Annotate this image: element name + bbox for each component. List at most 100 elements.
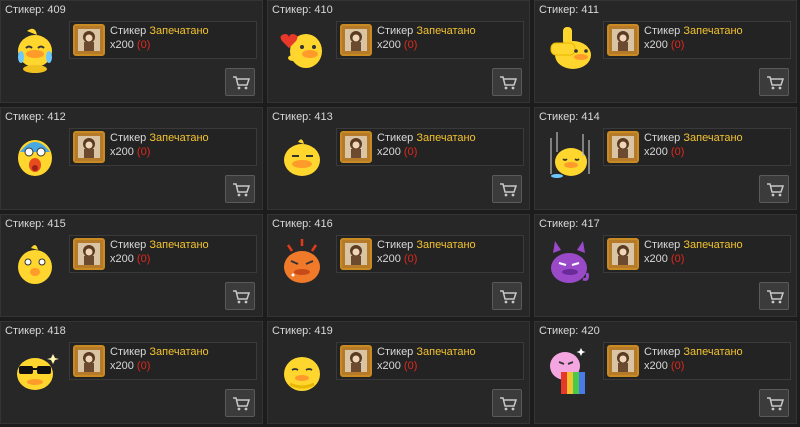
owned-count: (0) bbox=[403, 146, 418, 158]
smug-duck-icon bbox=[276, 128, 328, 184]
buy-button[interactable] bbox=[759, 389, 789, 417]
item-slot[interactable]: Стикер Запечатано x200 (0) bbox=[603, 342, 791, 380]
item-name: Стикер bbox=[377, 132, 414, 144]
sad-rain-duck-icon bbox=[543, 128, 595, 184]
sticker-card: Стикер: 412 Стикер Запечатано x200 (0) bbox=[0, 107, 263, 210]
item-quantity: x200 bbox=[644, 253, 668, 265]
item-status: Запечатано bbox=[683, 132, 743, 144]
sticker-pack-icon bbox=[73, 131, 105, 163]
sticker-title: Стикер: 417 bbox=[539, 218, 600, 230]
sticker-title: Стикер: 411 bbox=[539, 4, 599, 16]
item-quantity: x200 bbox=[377, 146, 401, 158]
owned-count: (0) bbox=[403, 360, 418, 372]
sticker-card: Стикер: 409 Стикер Запечатано x200 (0) bbox=[0, 0, 263, 103]
item-name: Стикер bbox=[644, 25, 681, 37]
item-label: Стикер Запечатано bbox=[644, 239, 743, 251]
owned-count: (0) bbox=[403, 39, 418, 51]
sticker-title: Стикер: 414 bbox=[539, 111, 600, 123]
item-name: Стикер bbox=[644, 239, 681, 251]
item-slot[interactable]: Стикер Запечатано x200 (0) bbox=[603, 21, 791, 59]
item-label: Стикер Запечатано bbox=[644, 25, 743, 37]
item-quantity-line: x200 (0) bbox=[110, 253, 150, 265]
sticker-card: Стикер: 416 Стикер Запечатано x200 (0) bbox=[267, 214, 530, 317]
item-label: Стикер Запечатано bbox=[377, 239, 476, 251]
item-status: Запечатано bbox=[416, 239, 476, 251]
buy-button[interactable] bbox=[759, 175, 789, 203]
sticker-title: Стикер: 409 bbox=[5, 4, 66, 16]
sticker-card: Стикер: 415 Стикер Запечатано x200 (0) bbox=[0, 214, 263, 317]
item-slot[interactable]: Стикер Запечатано x200 (0) bbox=[336, 342, 524, 380]
sticker-title: Стикер: 419 bbox=[272, 325, 333, 337]
owned-count: (0) bbox=[136, 360, 151, 372]
item-slot[interactable]: Стикер Запечатано x200 (0) bbox=[69, 128, 257, 166]
sticker-title: Стикер: 410 bbox=[272, 4, 333, 16]
buy-button[interactable] bbox=[225, 175, 255, 203]
item-slot[interactable]: Стикер Запечатано x200 (0) bbox=[69, 21, 257, 59]
item-quantity-line: x200 (0) bbox=[377, 39, 417, 51]
buy-button[interactable] bbox=[225, 389, 255, 417]
sticker-pack-icon bbox=[607, 238, 639, 270]
item-quantity-line: x200 (0) bbox=[110, 39, 150, 51]
item-quantity-line: x200 (0) bbox=[644, 146, 684, 158]
heart-duck-icon bbox=[276, 21, 328, 77]
sticker-pack-icon bbox=[340, 131, 372, 163]
item-label: Стикер Запечатано bbox=[110, 25, 209, 37]
item-name: Стикер bbox=[377, 239, 414, 251]
buy-button[interactable] bbox=[759, 68, 789, 96]
item-name: Стикер bbox=[644, 346, 681, 358]
item-quantity: x200 bbox=[377, 253, 401, 265]
item-slot[interactable]: Стикер Запечатано x200 (0) bbox=[603, 235, 791, 273]
item-name: Стикер bbox=[110, 25, 147, 37]
item-quantity-line: x200 (0) bbox=[644, 360, 684, 372]
buy-button[interactable] bbox=[225, 68, 255, 96]
owned-count: (0) bbox=[670, 360, 685, 372]
item-name: Стикер bbox=[644, 132, 681, 144]
item-quantity: x200 bbox=[110, 253, 134, 265]
item-status: Запечатано bbox=[416, 132, 476, 144]
sticker-title: Стикер: 415 bbox=[5, 218, 66, 230]
owned-count: (0) bbox=[670, 146, 685, 158]
item-slot[interactable]: Стикер Запечатано x200 (0) bbox=[336, 235, 524, 273]
owned-count: (0) bbox=[670, 253, 685, 265]
item-status: Запечатано bbox=[683, 25, 743, 37]
buy-button[interactable] bbox=[492, 389, 522, 417]
item-label: Стикер Запечатано bbox=[644, 346, 743, 358]
owned-count: (0) bbox=[136, 146, 151, 158]
sticker-pack-icon bbox=[340, 238, 372, 270]
sticker-title: Стикер: 412 bbox=[5, 111, 66, 123]
item-quantity-line: x200 (0) bbox=[377, 146, 417, 158]
sticker-title: Стикер: 413 bbox=[272, 111, 333, 123]
item-slot[interactable]: Стикер Запечатано x200 (0) bbox=[69, 235, 257, 273]
sticker-pack-icon bbox=[607, 24, 639, 56]
item-status: Запечатано bbox=[683, 239, 743, 251]
item-slot[interactable]: Стикер Запечатано x200 (0) bbox=[336, 128, 524, 166]
buy-button[interactable] bbox=[492, 68, 522, 96]
item-quantity: x200 bbox=[644, 39, 668, 51]
item-slot[interactable]: Стикер Запечатано x200 (0) bbox=[69, 342, 257, 380]
item-slot[interactable]: Стикер Запечатано x200 (0) bbox=[603, 128, 791, 166]
item-label: Стикер Запечатано bbox=[377, 132, 476, 144]
sticker-card: Стикер: 420 Стикер Запечатано x200 (0) bbox=[534, 321, 797, 424]
thumbs-up-duck-icon bbox=[543, 21, 595, 77]
owned-count: (0) bbox=[670, 39, 685, 51]
item-slot[interactable]: Стикер Запечатано x200 (0) bbox=[336, 21, 524, 59]
item-name: Стикер bbox=[377, 346, 414, 358]
item-status: Запечатано bbox=[149, 346, 209, 358]
item-quantity: x200 bbox=[644, 146, 668, 158]
buy-button[interactable] bbox=[759, 282, 789, 310]
sticker-pack-icon bbox=[73, 24, 105, 56]
item-status: Запечатано bbox=[149, 25, 209, 37]
sticker-pack-icon bbox=[607, 345, 639, 377]
item-quantity-line: x200 (0) bbox=[110, 360, 150, 372]
sticker-card: Стикер: 410 Стикер Запечатано x200 (0) bbox=[267, 0, 530, 103]
item-quantity-line: x200 (0) bbox=[377, 360, 417, 372]
sticker-card: Стикер: 413 Стикер Запечатано x200 (0) bbox=[267, 107, 530, 210]
item-name: Стикер bbox=[110, 239, 147, 251]
item-quantity: x200 bbox=[110, 360, 134, 372]
shy-duck-icon bbox=[276, 342, 328, 398]
item-quantity-line: x200 (0) bbox=[110, 146, 150, 158]
angry-duck-icon bbox=[276, 235, 328, 291]
buy-button[interactable] bbox=[492, 175, 522, 203]
buy-button[interactable] bbox=[225, 282, 255, 310]
buy-button[interactable] bbox=[492, 282, 522, 310]
